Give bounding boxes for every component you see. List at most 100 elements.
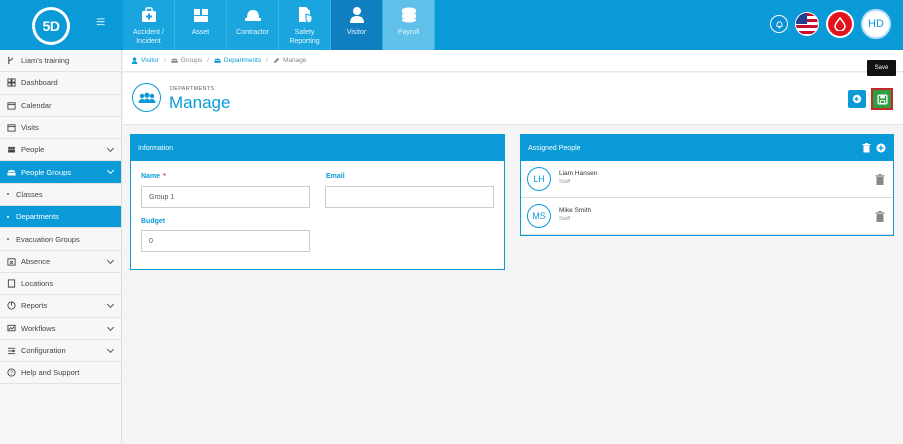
sidebar-item-label: Visits [21,123,39,133]
module-visitor[interactable]: Visitor [331,0,383,50]
sidebar-item-training[interactable]: Liam's training [0,50,121,73]
calendar-icon [7,101,16,110]
workflow-icon [7,324,16,333]
module-safety-reporting[interactable]: Safety Reporting [279,0,331,50]
assigned-people-panel: Assigned People LH Liam Hansen Staff MS … [520,134,894,236]
svg-text:?: ? [10,371,13,377]
boxes-icon [190,4,212,26]
trash-icon[interactable] [875,174,885,185]
save-tooltip: Save [867,60,896,76]
pencil-icon [273,57,280,64]
breadcrumb-groups[interactable]: Groups [181,57,202,64]
sidebar-item-departments[interactable]: Departments [0,206,121,229]
app-logo[interactable]: 5D [32,7,70,45]
sidebar-item-people[interactable]: People [0,139,121,162]
logo-text: 5D [35,10,67,42]
sidebar-item-workflows[interactable]: Workflows [0,318,121,340]
us-flag-icon[interactable] [795,12,819,36]
calendar-check-icon [7,123,16,132]
module-asset[interactable]: Asset [175,0,227,50]
sidebar-item-evacuation-groups[interactable]: Evacuation Groups [0,228,121,251]
module-payroll[interactable]: Payroll [383,0,435,50]
alert-drop-icon[interactable] [826,10,854,38]
module-accident-incident[interactable]: Accident / Incident [123,0,175,50]
sidebar-item-people-groups[interactable]: People Groups [0,161,121,184]
add-circle-icon[interactable] [876,143,886,153]
budget-field[interactable]: 0 [141,230,310,252]
breadcrumb-visitor[interactable]: Visitor [141,57,159,64]
panel-title: Information [131,135,504,161]
budget-label: Budget [141,218,166,225]
chevron-down-icon [106,167,115,175]
person-icon [131,57,138,64]
module-label: Contractor [236,29,269,36]
bullet-icon [7,215,9,218]
sidebar-item-dashboard[interactable]: Dashboard [0,72,121,95]
people-icon [7,145,16,154]
sidebar-item-label: Calendar [21,100,52,110]
sidebar-item-visits[interactable]: Visits [0,117,121,140]
sidebar-item-configuration[interactable]: Configuration [0,340,121,363]
person-role: Staff [559,179,571,185]
list-item: LH Liam Hansen Staff [521,161,893,198]
dashboard-icon [7,78,16,87]
sidebar-item-label: Liam's training [21,56,70,66]
sidebar-item-label: People [21,145,45,155]
coins-icon [398,4,420,26]
breadcrumb-departments[interactable]: Departments [224,57,261,64]
module-contractor[interactable]: Contractor [227,0,279,50]
hard-hat-icon [242,4,264,26]
breadcrumb-manage: Manage [282,57,307,64]
trash-icon[interactable] [875,211,885,222]
people-group-icon [214,57,221,64]
module-label: Visitor [346,29,367,36]
sidebar-item-label: Workflows [21,323,56,333]
chevron-down-icon [106,301,115,309]
sidebar-item-help[interactable]: ? Help and Support [0,362,121,385]
menu-toggle-icon[interactable]: ≡ [96,15,105,31]
module-label: Safety Reporting [289,29,320,45]
sidebar-item-locations[interactable]: Locations [0,273,121,296]
name-label: Name * [141,173,166,180]
breadcrumb-separator: / [266,57,268,64]
top-bar: 5D ≡ Accident / Incident Asset Contracto… [0,0,903,50]
breadcrumb: Visitor / Groups / Departments / Manage [123,50,903,72]
save-button[interactable] [871,88,893,110]
name-field[interactable]: Group 1 [141,186,310,208]
page-header: DEPARTMENTS Manage [123,73,903,125]
absence-icon [7,257,16,266]
chevron-down-icon [106,323,115,331]
breadcrumb-separator: / [163,57,166,64]
sidebar-item-absence[interactable]: Absence [0,251,121,273]
arrow-left-circle-icon [852,94,862,104]
page-title: Manage [169,93,231,112]
sidebar-item-classes[interactable]: Classes [0,184,121,207]
sidebar-item-reports[interactable]: Reports [0,295,121,318]
sliders-icon [7,346,16,355]
person-role: Staff [559,216,571,222]
sidebar-item-calendar[interactable]: Calendar [0,95,121,117]
avatar: LH [527,167,551,191]
sidebar-item-label: Absence [21,256,51,266]
required-asterisk: * [163,173,166,180]
panel-title: Assigned People [528,144,581,152]
breadcrumb-separator: / [207,57,209,64]
sidebar-item-label: Configuration [21,346,66,355]
sidebar-item-label: Reports [21,301,48,311]
sidebar-item-label: Locations [21,279,54,289]
module-bar: Accident / Incident Asset Contractor Saf… [123,0,435,50]
medical-kit-icon [138,4,160,26]
people-group-icon [132,83,161,112]
list-item: MS Mike Smith Staff [521,198,893,235]
chevron-down-icon [106,345,115,353]
back-button[interactable] [848,90,866,108]
help-icon: ? [7,368,16,377]
notifications-bell-icon[interactable] [770,15,788,33]
user-avatar[interactable]: HD [861,9,891,39]
building-icon [7,279,16,288]
top-right-controls: HD [770,9,891,39]
trash-icon[interactable] [862,143,871,153]
avatar: MS [527,204,551,228]
module-label: Payroll [397,29,420,36]
email-field[interactable] [325,186,494,208]
